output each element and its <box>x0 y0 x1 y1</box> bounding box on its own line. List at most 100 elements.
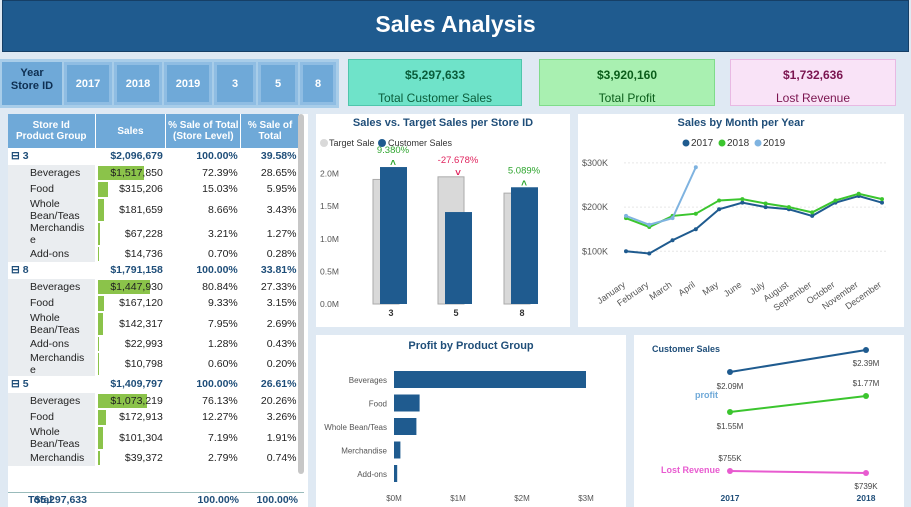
row-label: Beverages <box>8 392 96 409</box>
row-label: ⊟ 5 <box>11 378 29 391</box>
table-row[interactable]: Food $172,913 12.27% 3.26% <box>8 409 300 426</box>
pct-total-cell: 1.27% <box>266 227 297 240</box>
sales-vs-target-svg: Target Sale Customer Sales0.0M0.5M1.0M1.5… <box>320 138 541 318</box>
y-tick-label: 1.5M <box>320 201 339 211</box>
variance-label: 9.380% <box>377 145 410 156</box>
kpi-value: $3,920,160 <box>596 68 658 82</box>
pct-total-cell: 26.61% <box>260 378 297 391</box>
column-header-pct-total[interactable]: % Sale of Total <box>240 114 300 148</box>
column-header-pct-store[interactable]: % Sale of Total (Store Level) <box>165 114 242 148</box>
table-scrollbar[interactable] <box>298 114 304 474</box>
table-row[interactable]: Merchandis e $67,228 3.21% 1.27% <box>8 221 300 246</box>
sales-cell: $181,659 <box>95 198 166 222</box>
legend-label-target: Target Sale <box>329 138 375 148</box>
y-tick-label: 2.0M <box>320 169 339 179</box>
sales-data-bar <box>98 198 104 221</box>
page-title: Sales Analysis <box>375 11 536 37</box>
slope-point <box>863 347 869 353</box>
slicer-button-store-8[interactable]: 8 <box>300 62 336 105</box>
pct-total-cell: 3.15% <box>266 297 297 310</box>
sales-data-bar <box>98 182 108 197</box>
x-tick-label: 2017 <box>721 493 740 503</box>
pct-store-cell: 2.79% <box>207 451 238 464</box>
profit-bar <box>394 371 586 388</box>
table-row[interactable]: Beverages $1,517,850 72.39% 28.65% <box>8 164 300 182</box>
profit-by-product-svg: Beverages Food Whole Bean/Teas Merchandise A… <box>324 371 594 503</box>
column-header-store-product[interactable]: Store Id Product Group <box>8 114 96 148</box>
table-group-row[interactable]: ⊟ 5 $1,409,797 100.00% 26.61% <box>8 376 300 393</box>
slope-line <box>729 349 867 373</box>
table-row[interactable]: Beverages $1,073,219 76.13% 20.26% <box>8 392 300 409</box>
table-row[interactable]: Food $315,206 15.03% 5.95% <box>8 181 300 198</box>
y-tick-label: 1.0M <box>320 234 339 244</box>
sales-cell: $1,409,797 <box>110 378 163 391</box>
table-row[interactable]: Whole Bean/Teas $142,317 7.95% 2.69% <box>8 311 300 336</box>
table-row[interactable]: Add-ons $22,993 1.28% 0.43% <box>8 335 300 352</box>
y-tick-label: Add-ons <box>357 470 387 479</box>
x-tick-label: 8 <box>519 308 524 318</box>
legend-label: 2018 <box>727 138 750 149</box>
y-tick-label: Merchandise <box>341 447 387 456</box>
table-row[interactable]: Add-ons $14,736 0.70% 0.28% <box>8 245 300 262</box>
slicer-button-2019[interactable]: 2019 <box>164 62 212 105</box>
table-group-row[interactable]: ⊟ 8 $1,791,158 100.00% 33.81% <box>8 262 300 279</box>
slicer-button-2018[interactable]: 2018 <box>114 62 162 105</box>
series-point <box>693 211 698 216</box>
row-label: Add-ons <box>8 245 96 262</box>
kpi-value: $5,297,633 <box>404 68 466 82</box>
slicer-button-store-3[interactable]: 3 <box>214 62 256 105</box>
series-point <box>647 251 652 256</box>
sales-cell: $172,913 <box>95 409 166 426</box>
data-label: $755K <box>718 454 742 463</box>
table-group-row[interactable]: ⊟ 3 $2,096,679 100.00% 39.58% <box>8 148 300 165</box>
total-pct-total: 100.00% <box>256 494 298 506</box>
sales-cell: $167,120 <box>95 295 166 312</box>
series-point <box>786 205 791 210</box>
table-row[interactable]: Beverages $1,447,930 80.84% 27.33% <box>8 278 300 296</box>
series-point <box>693 165 698 170</box>
row-label: ⊟ 8 <box>11 264 29 277</box>
sales-cell: $2,096,679 <box>110 150 163 163</box>
table-row[interactable]: Merchandis e $10,798 0.60% 0.20% <box>8 352 300 376</box>
series-point <box>740 197 745 202</box>
series-point <box>670 238 675 243</box>
data-label: $1.77M <box>853 379 880 388</box>
chart-title: Customer Sales <box>652 344 720 354</box>
kpi-label: Total Profit <box>598 91 656 105</box>
slicer-button-2017[interactable]: 2017 <box>64 62 112 105</box>
pct-store-cell: 8.66% <box>207 203 238 216</box>
table-row[interactable]: Merchandis $39,372 2.79% 0.74% <box>8 449 300 466</box>
x-tick-label: 5 <box>453 308 458 318</box>
data-label: $2.39M <box>853 359 880 368</box>
y-tick-label: Whole Bean/Teas <box>324 423 387 432</box>
pct-store-cell: 100.00% <box>196 264 238 277</box>
sales-by-month-svg: 2017 2018 2019$100K$200K$300KJanuaryFebrua… <box>582 138 886 313</box>
x-tick-label: 2018 <box>857 493 876 503</box>
sales-cell: $1,517,850 <box>95 165 166 182</box>
table-row[interactable]: Whole Bean/Teas $181,659 8.66% 3.43% <box>8 197 300 222</box>
table-row[interactable]: Food $167,120 9.33% 3.15% <box>8 295 300 312</box>
y-tick-label: 0.0M <box>320 299 339 309</box>
kpi-value: $1,732,636 <box>782 68 844 82</box>
customer-sales-slope-svg: Customer Sales profit Lost Revenue $2.09M $2… <box>652 344 880 503</box>
total-sales: $5,297,633 <box>34 494 87 506</box>
sales-cell: $1,447,930 <box>95 279 166 296</box>
pct-total-cell: 0.43% <box>266 337 297 350</box>
row-label: Whole Bean/Teas <box>8 425 96 450</box>
legend-marker <box>754 139 762 147</box>
kpi-label: Total Customer Sales <box>377 91 493 105</box>
column-header-sales[interactable]: Sales <box>95 114 167 148</box>
x-tick-label: $1M <box>450 494 466 503</box>
profit-bar <box>394 418 417 435</box>
series-point <box>717 198 722 203</box>
table-row[interactable]: Whole Bean/Teas $101,304 7.19% 1.91% <box>8 425 300 450</box>
pct-store-cell: 15.03% <box>202 183 238 196</box>
pct-store-cell: 1.28% <box>207 337 238 350</box>
data-label: $739K <box>854 482 878 491</box>
sales-data-bar <box>98 222 101 245</box>
series-point <box>693 227 698 232</box>
sales-cell: $22,993 <box>98 336 163 351</box>
series-line-2017 <box>625 194 883 255</box>
slicer-button-store-5[interactable]: 5 <box>258 62 298 105</box>
table-total-row: Total $5,297,633 100.00% 100.00% <box>8 492 304 507</box>
